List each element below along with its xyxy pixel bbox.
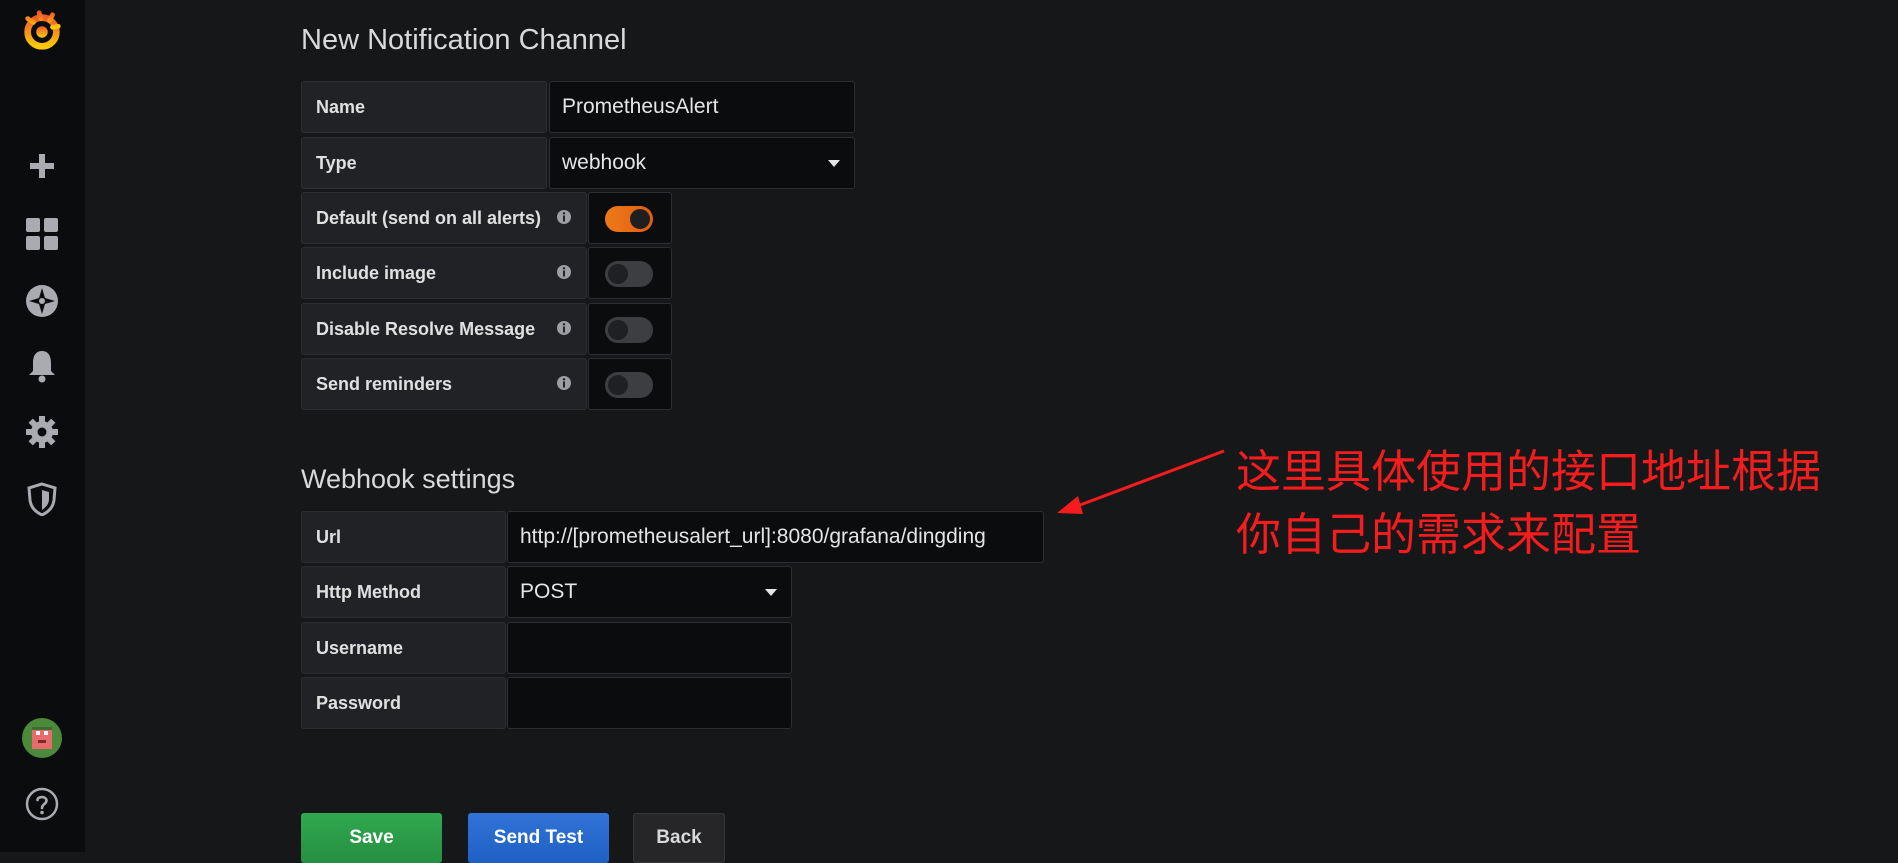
include-image-toggle-box: [588, 247, 672, 299]
name-label: Name: [301, 81, 547, 133]
include-image-label-text: Include image: [316, 262, 437, 283]
webhook-settings-title: Webhook settings: [301, 464, 516, 494]
back-button[interactable]: Back: [633, 813, 725, 863]
user-avatar-icon[interactable]: [20, 716, 64, 760]
default-toggle[interactable]: [605, 206, 653, 232]
password-input[interactable]: [507, 677, 792, 729]
send-test-button[interactable]: Send Test: [468, 813, 609, 863]
info-icon[interactable]: [556, 209, 572, 225]
annotation-text: 这里具体使用的接口地址根据 你自己的需求来配置: [1236, 440, 1821, 566]
info-icon[interactable]: [556, 264, 572, 280]
username-label: Username: [301, 622, 506, 674]
http-method-label: Http Method: [301, 566, 506, 618]
save-button[interactable]: Save: [301, 813, 442, 863]
server-admin-shield-icon[interactable]: [20, 477, 64, 521]
chevron-down-icon: [765, 589, 777, 596]
name-input[interactable]: PrometheusAlert: [549, 81, 855, 133]
default-toggle-box: [588, 192, 672, 244]
help-icon[interactable]: [20, 782, 64, 826]
url-input[interactable]: http://[prometheusalert_url]:8080/grafan…: [507, 511, 1044, 563]
toggle-knob: [608, 320, 628, 340]
annotation-line-2: 你自己的需求来配置: [1236, 508, 1642, 561]
username-input[interactable]: [507, 622, 792, 674]
chevron-down-icon: [828, 160, 840, 167]
default-label-text: Default (send on all alerts): [316, 207, 542, 228]
http-method-select[interactable]: POST: [507, 566, 792, 618]
include-image-toggle[interactable]: [605, 261, 653, 287]
alerting-bell-icon[interactable]: [20, 344, 64, 388]
url-label: Url: [301, 511, 506, 563]
type-label: Type: [301, 137, 547, 189]
annotation-line-1: 这里具体使用的接口地址根据: [1236, 445, 1822, 498]
page-title: New Notification Channel: [301, 24, 627, 56]
sidebar: [0, 0, 85, 852]
disable-resolve-toggle-box: [588, 303, 672, 355]
send-reminders-label: Send reminders: [301, 358, 587, 410]
type-select-value: webhook: [562, 151, 647, 174]
toggle-knob: [630, 209, 650, 229]
grafana-logo-icon[interactable]: [20, 9, 64, 53]
dashboards-icon[interactable]: [20, 212, 64, 256]
send-reminders-toggle[interactable]: [605, 372, 653, 398]
plus-icon[interactable]: [20, 144, 64, 188]
info-icon[interactable]: [556, 375, 572, 391]
include-image-label: Include image: [301, 247, 587, 299]
default-label: Default (send on all alerts): [301, 192, 587, 244]
toggle-knob: [608, 375, 628, 395]
configuration-gear-icon[interactable]: [20, 410, 64, 454]
explore-compass-icon[interactable]: [20, 279, 64, 323]
disable-resolve-label: Disable Resolve Message: [301, 303, 587, 355]
send-reminders-label-text: Send reminders: [316, 373, 453, 394]
toggle-knob: [608, 264, 628, 284]
send-reminders-toggle-box: [588, 358, 672, 410]
http-method-select-value: POST: [520, 580, 578, 603]
annotation-arrow: [1057, 449, 1225, 514]
type-select[interactable]: webhook: [549, 137, 855, 189]
disable-resolve-label-text: Disable Resolve Message: [316, 318, 536, 339]
info-icon[interactable]: [556, 320, 572, 336]
disable-resolve-toggle[interactable]: [605, 317, 653, 343]
password-label: Password: [301, 677, 506, 729]
